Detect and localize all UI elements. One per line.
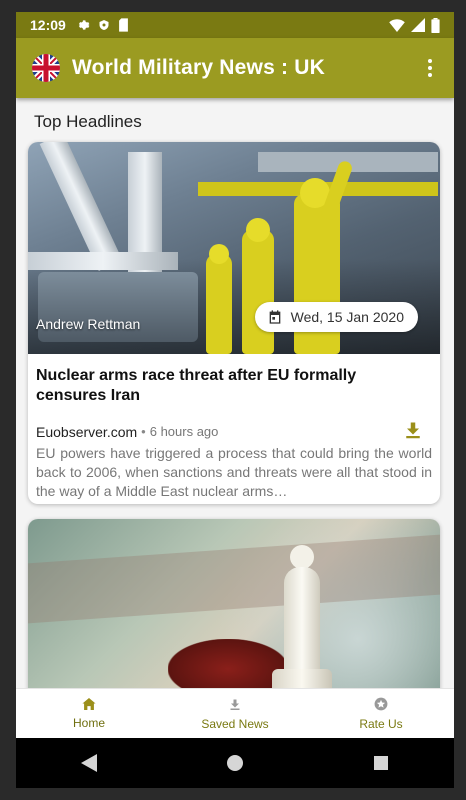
nav-saved-news[interactable]: Saved News: [162, 689, 308, 739]
home-button[interactable]: [205, 743, 265, 783]
nav-home[interactable]: Home: [16, 689, 162, 739]
article-card[interactable]: Andrew Rettman Wed, 15 Jan 2020 Nuclear …: [28, 142, 440, 504]
signal-icon: [411, 18, 425, 32]
nav-rate-us-label: Rate Us: [359, 717, 403, 731]
meta-separator: •: [141, 424, 146, 439]
uk-flag-icon: [32, 54, 60, 82]
back-icon: [81, 754, 97, 772]
status-time: 12:09: [30, 17, 66, 33]
battery-icon: [431, 17, 440, 33]
back-button[interactable]: [59, 743, 119, 783]
section-title: Top Headlines: [34, 112, 142, 131]
article-date: Wed, 15 Jan 2020: [290, 309, 404, 325]
calendar-icon: [269, 310, 280, 324]
nav-rate-us[interactable]: Rate Us: [308, 689, 454, 739]
article-source: Euobserver.com: [36, 423, 138, 440]
home-icon: [82, 698, 96, 710]
article-image: Andrew Rettman Wed, 15 Jan 2020: [28, 142, 440, 354]
more-vert-icon[interactable]: [422, 59, 438, 77]
app-bar: World Military News : UK: [16, 38, 454, 98]
status-bar: 12:09: [16, 12, 454, 38]
square-icon: [374, 756, 388, 770]
app-title: World Military News : UK: [72, 56, 325, 79]
date-badge: Wed, 15 Jan 2020: [254, 302, 418, 332]
wifi-icon: [389, 18, 405, 32]
article-image: [28, 519, 440, 688]
article-time-ago: 6 hours ago: [149, 424, 219, 439]
nav-saved-news-label: Saved News: [201, 716, 269, 731]
star-circle-icon: [374, 697, 388, 711]
article-meta: Euobserver.com • 6 hours ago: [36, 420, 432, 443]
article-description: EU powers have triggered a process that …: [36, 445, 432, 499]
news-feed[interactable]: Top Headlines Andrew Rettman Wed, 15 Jan…: [16, 98, 454, 688]
sd-card-icon: [118, 18, 128, 32]
settings-icon: [78, 20, 90, 30]
nav-home-label: Home: [72, 716, 105, 730]
system-navigation: [16, 738, 454, 788]
article-card[interactable]: [28, 519, 440, 688]
download-icon[interactable]: [404, 420, 422, 443]
download-icon: [230, 699, 240, 710]
bottom-navigation: Home Saved News Rate Us: [16, 688, 454, 739]
circle-icon: [227, 755, 243, 771]
recents-button[interactable]: [351, 743, 411, 783]
shield-icon: [99, 20, 109, 30]
article-author: Andrew Rettman: [36, 316, 141, 332]
phone-screen: 12:09 World Military News : UK Top Headl…: [16, 12, 454, 788]
article-headline[interactable]: Nuclear arms race threat after EU formal…: [36, 366, 426, 406]
